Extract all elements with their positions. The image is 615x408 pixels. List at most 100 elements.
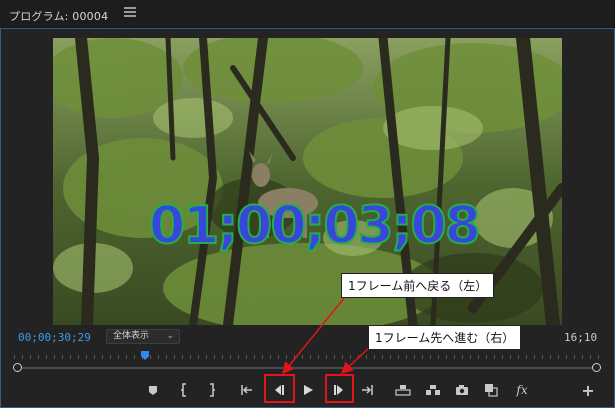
- ruler-tick: [62, 355, 63, 359]
- step-back-icon: [275, 385, 284, 395]
- ruler-tick: [22, 355, 23, 359]
- ruler-tick: [198, 355, 199, 359]
- ruler-tick: [462, 355, 463, 359]
- ruler-tick: [78, 355, 79, 359]
- ruler-tick: [430, 355, 431, 359]
- ruler-tick: [318, 355, 319, 359]
- ruler-tick: [342, 355, 343, 359]
- ruler-tick: [326, 355, 327, 359]
- ruler-tick: [510, 355, 511, 359]
- ruler-tick: [302, 355, 303, 359]
- zoom-scrollbar[interactable]: [18, 367, 596, 369]
- marker-icon: [149, 385, 157, 395]
- extract-button[interactable]: [423, 380, 443, 400]
- ruler-tick: [558, 355, 559, 359]
- step-back-button[interactable]: [269, 380, 289, 400]
- zoom-level-select[interactable]: 全体表示 ⌄: [106, 329, 180, 344]
- ruler-tick: [230, 355, 231, 359]
- ruler-tick: [182, 355, 183, 359]
- ruler-tick: [158, 355, 159, 359]
- ruler-tick: [110, 355, 111, 359]
- hamburger-menu-icon[interactable]: [124, 7, 136, 19]
- compare-view-button[interactable]: [481, 380, 501, 400]
- ruler-tick: [14, 355, 15, 359]
- ruler-tick: [86, 355, 87, 359]
- go-to-out-icon: [362, 385, 373, 395]
- ruler-tick: [46, 355, 47, 359]
- ruler-tick: [574, 355, 575, 359]
- step-forward-callout: 1フレーム先へ進む（右）: [368, 325, 522, 350]
- ruler-tick: [134, 355, 135, 359]
- ruler-tick: [254, 355, 255, 359]
- duration-timecode[interactable]: 16;10: [564, 331, 597, 344]
- ruler-tick: [38, 355, 39, 359]
- ruler-tick: [310, 355, 311, 359]
- mark-out-button[interactable]: [202, 380, 222, 400]
- ruler-tick: [246, 355, 247, 359]
- ruler-tick: [358, 355, 359, 359]
- ruler-tick: [94, 355, 95, 359]
- ruler-tick: [478, 355, 479, 359]
- step-back-callout: 1フレーム前へ戻る（左）: [341, 273, 495, 298]
- time-ruler[interactable]: [14, 350, 600, 360]
- lift-icon: [395, 385, 411, 396]
- ruler-tick: [382, 355, 383, 359]
- ruler-tick: [526, 355, 527, 359]
- play-button[interactable]: [298, 380, 318, 400]
- ruler-tick: [150, 355, 151, 359]
- ruler-tick: [414, 355, 415, 359]
- go-to-in-icon: [241, 385, 252, 395]
- play-icon: [304, 385, 313, 395]
- overlay-timecode: 01;00;03;08: [148, 195, 482, 257]
- ruler-tick: [238, 355, 239, 359]
- ruler-tick: [174, 355, 175, 359]
- ruler-tick: [350, 355, 351, 359]
- ruler-tick: [390, 355, 391, 359]
- mark-in-icon: [181, 383, 186, 397]
- step-forward-button[interactable]: [329, 380, 349, 400]
- ruler-tick: [422, 355, 423, 359]
- ruler-tick: [486, 355, 487, 359]
- ruler-tick: [286, 355, 287, 359]
- lift-button[interactable]: [393, 380, 413, 400]
- ruler-tick: [222, 355, 223, 359]
- ruler-tick: [190, 355, 191, 359]
- ruler-tick: [118, 355, 119, 359]
- ruler-tick: [582, 355, 583, 359]
- ruler-tick: [542, 355, 543, 359]
- plus-icon: +: [581, 380, 595, 400]
- add-marker-button[interactable]: [143, 380, 163, 400]
- ruler-tick: [374, 355, 375, 359]
- current-timecode[interactable]: 00;00;30;29: [18, 331, 91, 344]
- go-to-in-button[interactable]: [237, 380, 257, 400]
- ruler-tick: [278, 355, 279, 359]
- ruler-tick: [30, 355, 31, 359]
- camera-icon: [456, 385, 468, 395]
- fx-icon: fx: [516, 383, 528, 397]
- step-forward-icon: [334, 385, 343, 395]
- add-button[interactable]: +: [578, 380, 598, 400]
- scrollbar-right-handle[interactable]: [592, 363, 601, 372]
- ruler-tick: [262, 355, 263, 359]
- mark-in-button[interactable]: [174, 380, 194, 400]
- panel-title: プログラム: 00004: [9, 10, 109, 23]
- ruler-tick: [270, 355, 271, 359]
- ruler-tick: [470, 355, 471, 359]
- panel-header: プログラム: 00004: [0, 0, 615, 28]
- extract-icon: [426, 385, 440, 395]
- ruler-tick: [446, 355, 447, 359]
- export-frame-button[interactable]: [452, 380, 472, 400]
- ruler-tick: [214, 355, 215, 359]
- fx-button[interactable]: fx: [512, 380, 532, 400]
- ruler-tick: [70, 355, 71, 359]
- scrollbar-left-handle[interactable]: [13, 363, 22, 372]
- ruler-tick: [126, 355, 127, 359]
- compare-icon: [485, 384, 498, 397]
- go-to-out-button[interactable]: [357, 380, 377, 400]
- ruler-tick: [406, 355, 407, 359]
- ruler-tick: [518, 355, 519, 359]
- ruler-tick: [566, 355, 567, 359]
- ruler-tick: [502, 355, 503, 359]
- ruler-tick: [550, 355, 551, 359]
- ruler-tick: [494, 355, 495, 359]
